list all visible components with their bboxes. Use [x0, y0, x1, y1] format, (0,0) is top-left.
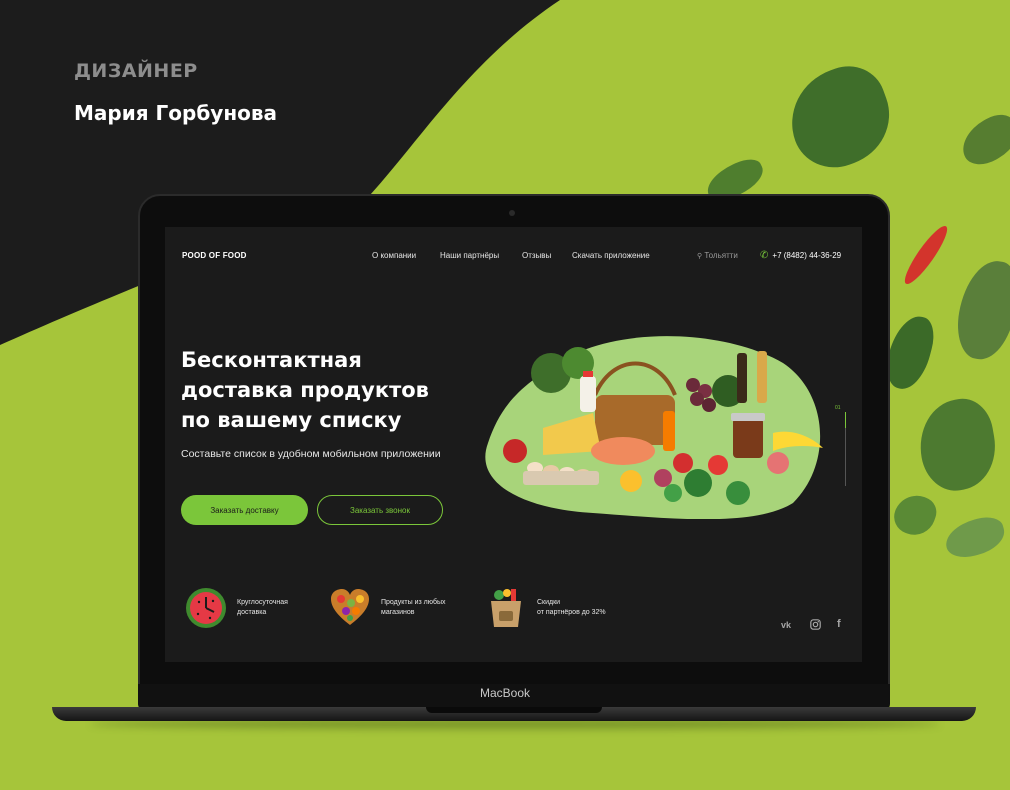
grocery-bag-icon	[491, 589, 521, 627]
feature-line: от партнёров до 32%	[537, 609, 606, 616]
feature-text: Скидки от партнёров до 32%	[537, 598, 606, 618]
slider-active-indicator	[845, 412, 846, 428]
groceries-image	[485, 336, 823, 519]
city-selector[interactable]: ⚲ Тольятти	[697, 251, 738, 260]
laptop-notch	[426, 707, 602, 713]
feature-line: доставка	[237, 609, 267, 616]
nav-download-app[interactable]: Скачать приложение	[572, 251, 650, 260]
watermelon-clock-icon	[186, 588, 226, 628]
feature-text: Круглосуточная доставка	[237, 598, 288, 618]
hero-title: Бесконтактная доставка продуктов по ваше…	[181, 345, 481, 435]
nav-partners[interactable]: Наши партнёры	[440, 251, 499, 260]
order-call-button[interactable]: Заказать звонок	[317, 495, 443, 525]
facebook-icon[interactable]: f	[837, 618, 841, 630]
hero-line: Бесконтактная	[181, 348, 362, 372]
designer-name: Мария Горбунова	[74, 101, 278, 125]
designer-label: ДИЗАЙНЕР	[74, 60, 198, 82]
feature-line: Продукты из любых	[381, 599, 446, 606]
feature-text: Продукты из любых магазинов	[381, 598, 446, 618]
hero-line: по вашему списку	[181, 408, 402, 432]
vk-icon[interactable]: vk	[781, 620, 791, 630]
feature-item: Скидки от партнёров до 32%	[485, 587, 606, 629]
laptop-brand: MacBook	[479, 686, 531, 700]
nav-about[interactable]: О компании	[372, 251, 416, 260]
city-name: Тольятти	[704, 251, 738, 260]
website-screen: POOD OF FOOD О компании Наши партнёры От…	[165, 227, 862, 662]
location-pin-icon: ⚲	[697, 253, 703, 260]
phone-link[interactable]: ✆ +7 (8482) 44-36-29	[760, 250, 841, 261]
hero-subtitle: Составьте список в удобном мобильном при…	[181, 448, 441, 460]
feature-item: Круглосуточная доставка	[185, 587, 288, 629]
instagram-icon[interactable]	[810, 619, 821, 630]
nav-reviews[interactable]: Отзывы	[522, 251, 551, 260]
phone-number: +7 (8482) 44-36-29	[772, 251, 842, 260]
feature-line: Круглосуточная	[237, 599, 288, 606]
feature-item: Продукты из любых магазинов	[329, 587, 446, 629]
feature-line: Скидки	[537, 599, 561, 606]
site-logo[interactable]: POOD OF FOOD	[182, 251, 247, 260]
camera-icon	[509, 210, 515, 216]
fruit-heart-icon	[331, 589, 369, 625]
hero-line: доставка продуктов	[181, 378, 429, 402]
slider-number: 01	[835, 405, 841, 411]
phone-icon: ✆	[760, 250, 769, 261]
order-delivery-button[interactable]: Заказать доставку	[181, 495, 308, 525]
feature-line: магазинов	[381, 609, 415, 616]
